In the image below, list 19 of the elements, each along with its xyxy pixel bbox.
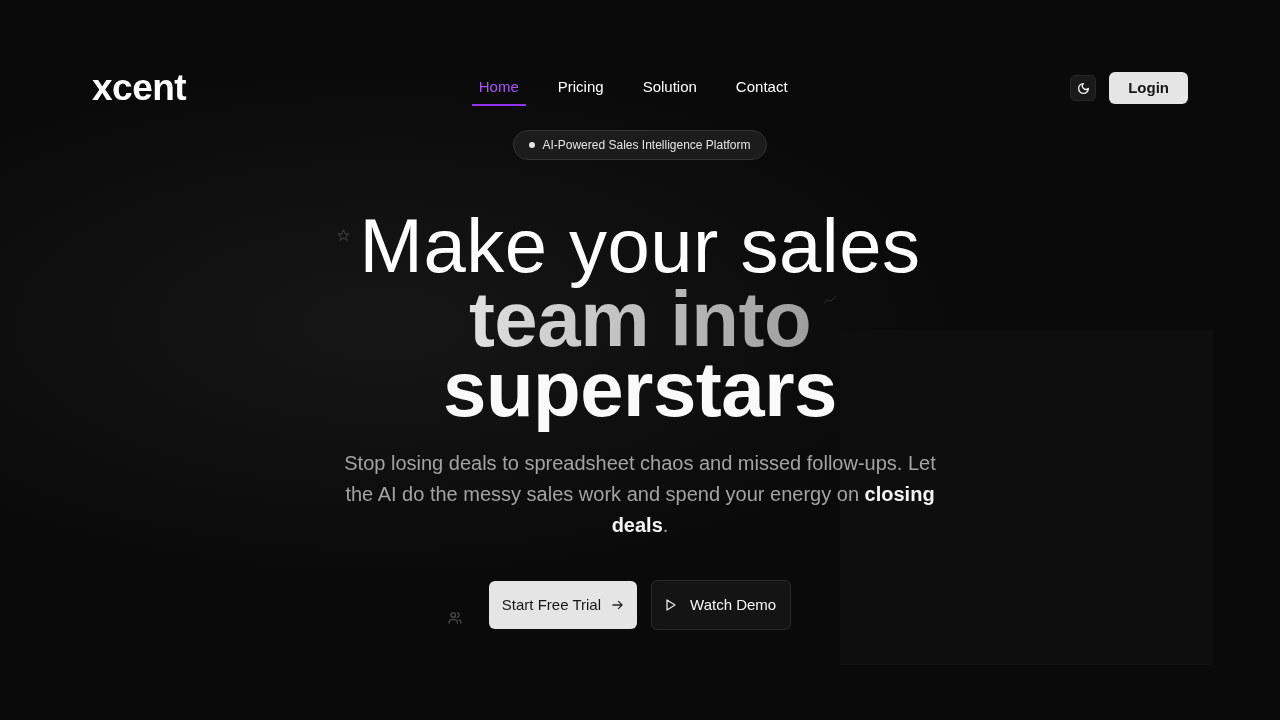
moon-icon	[1076, 81, 1090, 95]
nav-link[interactable]: Home	[471, 70, 526, 106]
hero-subtitle: Stop losing deals to spreadsheet chaos and missed follow-ups. Let the AI do the messy sales work and spend your energy on closing deals.	[343, 451, 937, 538]
headline-line: Make your sales	[359, 203, 921, 289]
play-icon	[666, 599, 677, 611]
start-trial-button[interactable]: Start Free Trial	[488, 581, 638, 629]
watch-demo-button[interactable]: Watch Demo	[651, 580, 792, 630]
theme-toggle-button[interactable]	[1070, 75, 1097, 101]
announcement-badge: AI-Powered Sales Intelligence Platform	[513, 130, 767, 160]
nav-link[interactable]: Contact	[728, 70, 795, 106]
login-button[interactable]: Login	[1109, 72, 1188, 104]
nav-link[interactable]: Pricing	[550, 70, 611, 106]
trend-line-icon	[824, 296, 836, 304]
dot-icon	[529, 142, 536, 148]
arrow-right-icon	[612, 600, 624, 610]
users-icon	[448, 611, 462, 625]
nav-link[interactable]: Solution	[635, 70, 704, 106]
star-icon	[337, 229, 350, 242]
logo[interactable]: xcent	[92, 70, 187, 106]
